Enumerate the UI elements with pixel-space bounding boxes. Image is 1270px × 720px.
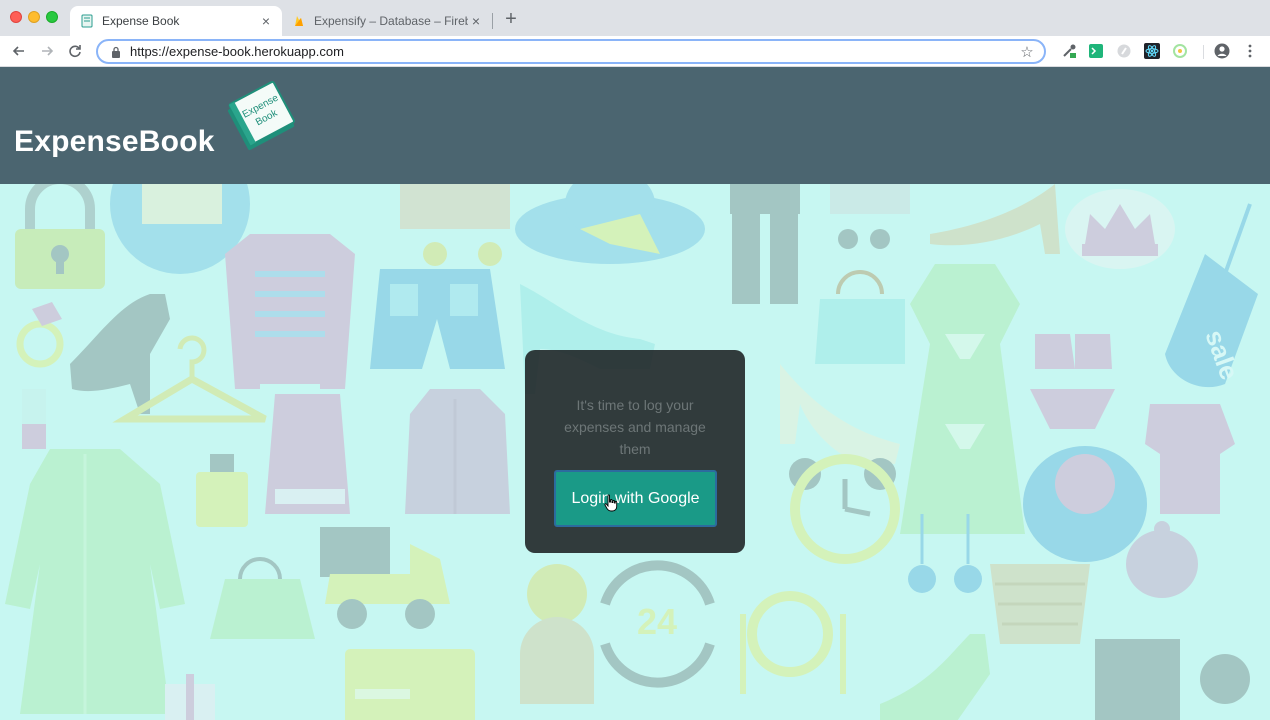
address-bar[interactable]: https://expense-book.herokuapp.com ☆ (96, 39, 1046, 64)
login-with-google-button[interactable]: Login with Google (554, 470, 717, 527)
tab-separator (492, 13, 493, 29)
react-devtools-icon[interactable] (1144, 43, 1160, 59)
minimize-window-button[interactable] (28, 11, 40, 23)
close-tab-icon[interactable]: × (468, 13, 484, 29)
url-text: https://expense-book.herokuapp.com (130, 44, 344, 59)
tab-title: Expense Book (102, 14, 180, 28)
browser-toolbar: https://expense-book.herokuapp.com ☆ (0, 36, 1270, 67)
grammarly-extension-icon[interactable] (1116, 43, 1132, 59)
new-tab-button[interactable]: + (501, 9, 521, 29)
toolbar-separator (1203, 45, 1204, 59)
maximize-window-button[interactable] (46, 11, 58, 23)
forward-icon[interactable] (36, 40, 58, 62)
terminal-extension-icon[interactable] (1088, 43, 1104, 59)
eyedropper-extension-icon[interactable] (1061, 43, 1077, 59)
close-window-button[interactable] (10, 11, 22, 23)
book-favicon-icon (80, 14, 94, 28)
profile-avatar-icon[interactable] (1214, 43, 1230, 59)
firebase-favicon-icon (292, 14, 306, 28)
site-header: ExpenseBook Expense Book (0, 67, 1270, 184)
back-icon[interactable] (8, 40, 30, 62)
page-viewport: ExpenseBook Expense Book sale 24 It's ti… (0, 67, 1270, 720)
hand-pointer-cursor-icon (604, 494, 618, 512)
login-card: It's time to log your expenses and manag… (525, 350, 745, 553)
brand-title[interactable]: ExpenseBook (14, 125, 215, 159)
redux-devtools-icon[interactable] (1172, 43, 1188, 59)
tab-expensify-database[interactable]: Expensify – Database – Fireba × (282, 6, 492, 36)
reload-icon[interactable] (64, 40, 86, 62)
book-logo-icon: Expense Book (228, 80, 295, 151)
close-tab-icon[interactable]: × (258, 13, 274, 29)
tab-expense-book[interactable]: Expense Book × (70, 6, 282, 36)
tab-title: Expensify – Database – Fireba (314, 14, 468, 28)
browser-tab-strip: Expense Book × Expensify – Database – Fi… (0, 0, 1270, 36)
lock-icon (108, 46, 124, 58)
chrome-menu-icon[interactable] (1242, 43, 1258, 59)
bookmark-star-icon[interactable]: ☆ (1018, 43, 1036, 61)
login-tagline: It's time to log your expenses and manag… (564, 397, 706, 457)
